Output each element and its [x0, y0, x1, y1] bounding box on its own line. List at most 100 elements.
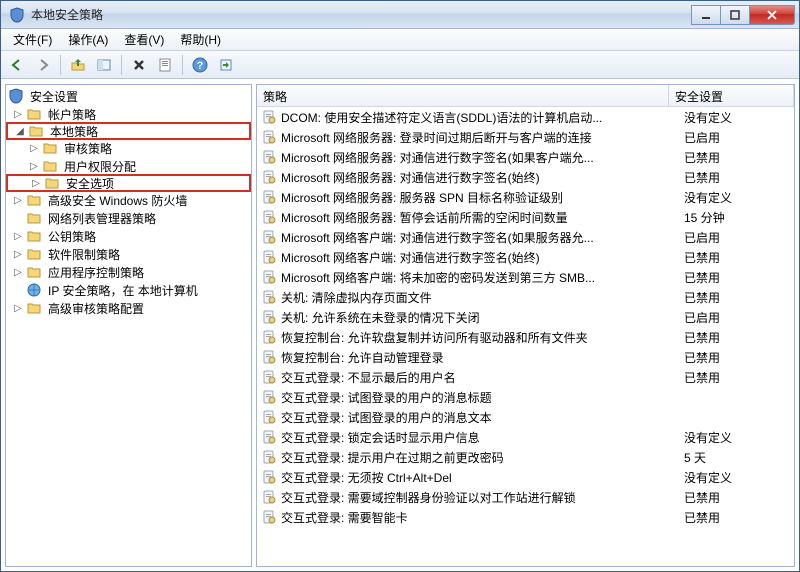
minimize-button[interactable] [691, 5, 721, 25]
tree-item[interactable]: 网络列表管理器策略 [6, 209, 251, 227]
tree-item-label: 网络列表管理器策略 [45, 209, 159, 228]
expand-icon[interactable]: ▷ [26, 158, 42, 174]
folder-icon [42, 158, 58, 174]
up-button[interactable] [66, 53, 90, 77]
tree-item[interactable]: ▷帐户策略 [6, 105, 251, 123]
list-item[interactable]: 关机: 允许系统在未登录的情况下关闭已启用 [257, 307, 794, 327]
list-item[interactable]: DCOM: 使用安全描述符定义语言(SDDL)语法的计算机启动...没有定义 [257, 107, 794, 127]
policy-icon [261, 409, 277, 425]
expand-icon[interactable]: ▷ [28, 175, 44, 191]
list-item[interactable]: 关机: 清除虚拟内存页面文件已禁用 [257, 287, 794, 307]
menu-item[interactable]: 帮助(H) [172, 29, 229, 50]
collapse-icon[interactable]: ◢ [12, 123, 28, 139]
tree-item[interactable]: ▷用户权限分配 [6, 157, 251, 175]
list-item[interactable]: 交互式登录: 不显示最后的用户名已禁用 [257, 367, 794, 387]
policy-icon [261, 149, 277, 165]
policy-setting: 已禁用 [684, 489, 794, 506]
list-item[interactable]: Microsoft 网络服务器: 暂停会话前所需的空闲时间数量15 分钟 [257, 207, 794, 227]
policy-name: 交互式登录: 不显示最后的用户名 [281, 369, 684, 386]
folder-icon [28, 123, 44, 139]
list-item[interactable]: Microsoft 网络客户端: 对通信进行数字签名(如果服务器允...已启用 [257, 227, 794, 247]
tree-item[interactable]: ▷ 高级审核策略配置 [6, 299, 251, 317]
folder-icon [44, 175, 60, 191]
menubar: 文件(F)操作(A)查看(V)帮助(H) [1, 29, 799, 51]
policy-icon [261, 489, 277, 505]
list-item[interactable]: Microsoft 网络服务器: 登录时间过期后断开与客户端的连接已启用 [257, 127, 794, 147]
policy-name: Microsoft 网络服务器: 对通信进行数字签名(如果客户端允... [281, 149, 684, 166]
expand-icon[interactable]: ▷ [10, 106, 26, 122]
policy-name: Microsoft 网络服务器: 对通信进行数字签名(始终) [281, 169, 684, 186]
policy-name: 关机: 清除虚拟内存页面文件 [281, 289, 684, 306]
expand-icon[interactable]: ▷ [10, 246, 26, 262]
tree-item[interactable]: ▷ 应用程序控制策略 [6, 263, 251, 281]
close-button[interactable] [749, 5, 795, 25]
titlebar[interactable]: 本地安全策略 [1, 1, 799, 29]
properties-button[interactable] [153, 53, 177, 77]
list-item[interactable]: 交互式登录: 锁定会话时显示用户信息没有定义 [257, 427, 794, 447]
help-button[interactable] [188, 53, 212, 77]
tree-item[interactable]: IP 安全策略，在 本地计算机 [6, 281, 251, 299]
tree-item-label: 审核策略 [61, 139, 115, 158]
folder-icon [26, 264, 42, 280]
policy-setting: 已禁用 [684, 249, 794, 266]
policy-icon [261, 249, 277, 265]
column-header-policy[interactable]: 策略 [257, 85, 669, 106]
policy-name: 交互式登录: 试图登录的用户的消息标题 [281, 389, 684, 406]
tree-view[interactable]: 安全设置▷帐户策略◢本地策略▷审核策略▷用户权限分配▷安全选项▷高级安全 Win… [6, 85, 251, 566]
export-button[interactable] [214, 53, 238, 77]
list-item[interactable]: 恢复控制台: 允许软盘复制并访问所有驱动器和所有文件夹已禁用 [257, 327, 794, 347]
expand-icon[interactable]: ▷ [10, 300, 26, 316]
policy-icon [261, 469, 277, 485]
list-item[interactable]: 交互式登录: 试图登录的用户的消息标题 [257, 387, 794, 407]
forward-button[interactable] [31, 53, 55, 77]
list-item[interactable]: 交互式登录: 需要域控制器身份验证以对工作站进行解锁已禁用 [257, 487, 794, 507]
tree-item[interactable]: ▷软件限制策略 [6, 245, 251, 263]
tree-item[interactable]: ▷安全选项 [6, 174, 251, 192]
tree-item-label: 高级审核策略配置 [45, 299, 147, 318]
tree-item-label: 应用程序控制策略 [45, 263, 147, 282]
menu-item[interactable]: 查看(V) [116, 29, 172, 50]
list-header[interactable]: 策略 安全设置 [257, 85, 794, 107]
folder-icon [26, 300, 42, 316]
list-item[interactable]: Microsoft 网络服务器: 对通信进行数字签名(始终)已禁用 [257, 167, 794, 187]
tree-item[interactable]: ▷公钥策略 [6, 227, 251, 245]
expand-icon[interactable]: ▷ [10, 192, 26, 208]
policy-setting: 5 天 [684, 449, 794, 466]
list-item[interactable]: Microsoft 网络服务器: 对通信进行数字签名(如果客户端允...已禁用 [257, 147, 794, 167]
toolbar-divider [121, 55, 122, 75]
list-item[interactable]: Microsoft 网络服务器: 服务器 SPN 目标名称验证级别没有定义 [257, 187, 794, 207]
list-body[interactable]: DCOM: 使用安全描述符定义语言(SDDL)语法的计算机启动...没有定义Mi… [257, 107, 794, 566]
policy-name: 交互式登录: 需要域控制器身份验证以对工作站进行解锁 [281, 489, 684, 506]
expand-icon[interactable]: ▷ [26, 140, 42, 156]
show-hide-tree-button[interactable] [92, 53, 116, 77]
menu-item[interactable]: 文件(F) [5, 29, 60, 50]
expand-icon[interactable]: ▷ [10, 264, 26, 280]
content-area: 安全设置▷帐户策略◢本地策略▷审核策略▷用户权限分配▷安全选项▷高级安全 Win… [1, 79, 799, 571]
policy-setting: 没有定义 [684, 189, 794, 206]
tree-item[interactable]: ◢本地策略 [6, 122, 251, 140]
policy-icon [261, 269, 277, 285]
policy-name: DCOM: 使用安全描述符定义语言(SDDL)语法的计算机启动... [281, 109, 684, 126]
policy-name: 交互式登录: 提示用户在过期之前更改密码 [281, 449, 684, 466]
back-button[interactable] [5, 53, 29, 77]
list-item[interactable]: 交互式登录: 需要智能卡已禁用 [257, 507, 794, 527]
tree-item[interactable]: ▷ 审核策略 [6, 139, 251, 157]
policy-setting: 已启用 [684, 129, 794, 146]
column-header-setting[interactable]: 安全设置 [669, 85, 794, 106]
tree-item-label: IP 安全策略，在 本地计算机 [45, 281, 201, 300]
expand-icon[interactable]: ▷ [10, 228, 26, 244]
list-item[interactable]: Microsoft 网络客户端: 将未加密的密码发送到第三方 SMB...已禁用 [257, 267, 794, 287]
list-item[interactable]: 恢复控制台: 允许自动管理登录已禁用 [257, 347, 794, 367]
delete-button[interactable] [127, 53, 151, 77]
maximize-button[interactable] [720, 5, 750, 25]
tree-item[interactable]: ▷高级安全 Windows 防火墙 [6, 191, 251, 209]
toolbar-divider [182, 55, 183, 75]
list-item[interactable]: Microsoft 网络客户端: 对通信进行数字签名(始终)已禁用 [257, 247, 794, 267]
list-item[interactable]: 交互式登录: 试图登录的用户的消息文本 [257, 407, 794, 427]
list-item[interactable]: 交互式登录: 提示用户在过期之前更改密码5 天 [257, 447, 794, 467]
list-item[interactable]: 交互式登录: 无须按 Ctrl+Alt+Del没有定义 [257, 467, 794, 487]
tree-root[interactable]: 安全设置 [6, 87, 251, 105]
policy-name: 交互式登录: 试图登录的用户的消息文本 [281, 409, 684, 426]
policy-icon [261, 389, 277, 405]
menu-item[interactable]: 操作(A) [60, 29, 116, 50]
